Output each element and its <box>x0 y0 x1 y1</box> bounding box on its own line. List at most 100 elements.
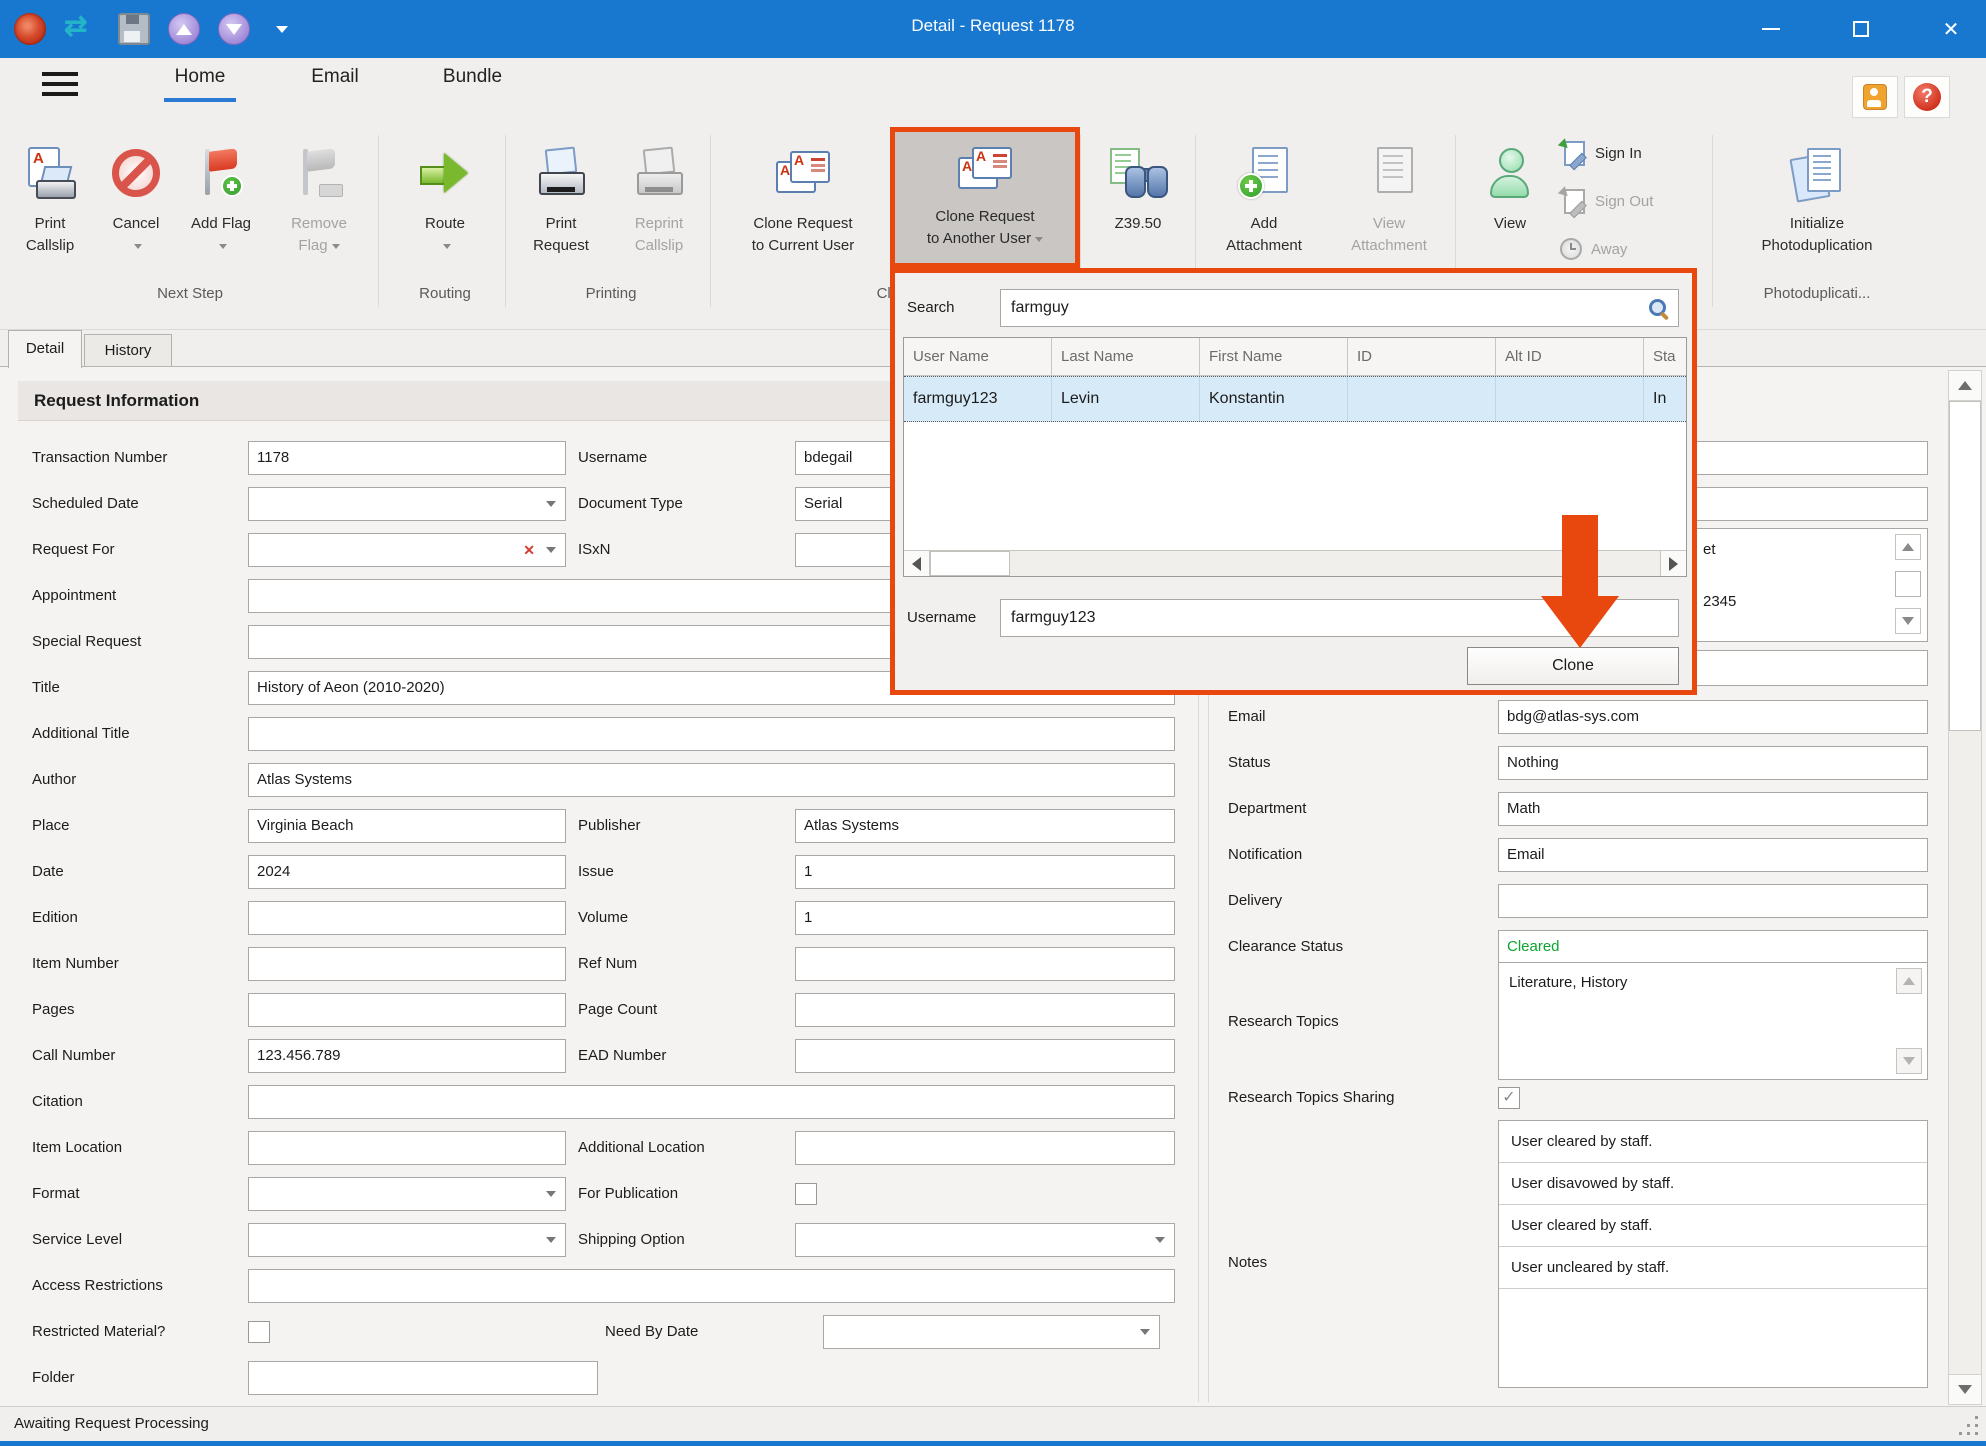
page-count-field[interactable] <box>795 993 1175 1027</box>
item-number-field[interactable] <box>248 947 566 981</box>
notification-field[interactable]: Email <box>1498 838 1928 872</box>
need-by-date-field[interactable] <box>823 1315 1160 1349</box>
column-header-id[interactable]: ID <box>1348 338 1496 376</box>
email-field[interactable]: bdg@atlas-sys.com <box>1498 700 1928 734</box>
tab-detail[interactable]: Detail <box>8 330 82 368</box>
feedback-button[interactable] <box>1852 76 1898 118</box>
scroll-down-button[interactable] <box>1949 1374 1981 1404</box>
department-field[interactable]: Math <box>1498 792 1928 826</box>
item-location-field[interactable] <box>248 1131 566 1165</box>
delivery-field[interactable] <box>1498 884 1928 918</box>
request-for-field[interactable] <box>248 533 566 567</box>
table-row-selected[interactable]: farmguy123 Levin Konstantin In <box>904 376 1686 422</box>
chevron-down-icon[interactable] <box>546 501 556 507</box>
search-icon[interactable] <box>1648 298 1670 320</box>
main-vertical-scrollbar[interactable] <box>1948 370 1982 1405</box>
scroll-right-button[interactable] <box>1660 551 1686 576</box>
scroll-thumb[interactable] <box>1895 571 1921 597</box>
route-button[interactable]: Route <box>390 133 500 285</box>
search-input[interactable]: farmguy <box>1000 289 1679 327</box>
date-field[interactable]: 2024 <box>248 855 566 889</box>
initialize-photoduplication-button[interactable]: InitializePhotoduplication <box>1722 133 1912 285</box>
column-header-status[interactable]: Sta <box>1644 338 1687 376</box>
print-request-button[interactable]: PrintRequest <box>515 133 607 285</box>
chevron-down-icon[interactable] <box>1155 1237 1165 1243</box>
scroll-up-button[interactable] <box>1949 371 1981 401</box>
chevron-down-icon[interactable] <box>546 1191 556 1197</box>
maximize-button[interactable] <box>1826 0 1896 58</box>
sign-out-button[interactable]: Sign Out <box>1560 179 1710 223</box>
notes-list[interactable]: User cleared by staff. User disavowed by… <box>1498 1120 1928 1388</box>
folder-field[interactable] <box>248 1361 598 1395</box>
help-button[interactable] <box>1904 76 1950 118</box>
additional-location-field[interactable] <box>795 1131 1175 1165</box>
close-button[interactable] <box>1916 0 1986 58</box>
view-attachment-button[interactable]: ViewAttachment <box>1328 133 1450 285</box>
reprint-callslip-button[interactable]: ReprintCallslip <box>611 133 707 285</box>
add-attachment-button[interactable]: AddAttachment <box>1205 133 1323 285</box>
scroll-left-button[interactable] <box>904 551 930 576</box>
chevron-down-icon[interactable] <box>1140 1329 1150 1335</box>
author-field[interactable]: Atlas Systems <box>248 763 1175 797</box>
titlebar: Detail - Request 1178 <box>0 0 1986 58</box>
clear-icon[interactable] <box>523 534 535 567</box>
citation-field[interactable] <box>248 1085 1175 1119</box>
status-field[interactable]: Nothing <box>1498 746 1928 780</box>
scroll-down-icon[interactable] <box>1896 1048 1922 1074</box>
scroll-up-icon[interactable] <box>1896 968 1922 994</box>
research-topics-sharing-checkbox[interactable] <box>1498 1087 1520 1109</box>
column-header-last-name[interactable]: Last Name <box>1052 338 1200 376</box>
shipping-option-field[interactable] <box>795 1223 1175 1257</box>
issue-field[interactable]: 1 <box>795 855 1175 889</box>
clone-request-current-user-button[interactable]: Clone Requestto Current User <box>722 133 884 285</box>
clone-button[interactable]: Clone <box>1467 647 1679 685</box>
away-button[interactable]: Away <box>1560 227 1710 271</box>
volume-field[interactable]: 1 <box>795 901 1175 935</box>
minimize-button[interactable] <box>1736 0 1806 58</box>
for-publication-checkbox[interactable] <box>795 1183 817 1205</box>
tab-email[interactable]: Email <box>290 66 380 88</box>
z3950-button[interactable]: Z39.50 <box>1088 133 1188 285</box>
publisher-field[interactable]: Atlas Systems <box>795 809 1175 843</box>
format-field[interactable] <box>248 1177 566 1211</box>
chevron-down-icon[interactable] <box>546 547 556 553</box>
call-number-field[interactable]: 123.456.789 <box>248 1039 566 1073</box>
menu-button[interactable] <box>42 72 78 98</box>
tab-home[interactable]: Home <box>150 66 250 88</box>
column-header-first-name[interactable]: First Name <box>1200 338 1348 376</box>
chevron-down-icon[interactable] <box>546 1237 556 1243</box>
print-callslip-button[interactable]: PrintCallslip <box>6 133 94 285</box>
view-user-button[interactable]: View <box>1465 133 1555 285</box>
edition-field[interactable] <box>248 901 566 935</box>
ref-num-field[interactable] <box>795 947 1175 981</box>
additional-title-field[interactable] <box>248 717 1175 751</box>
scrollbar-thumb[interactable] <box>1949 401 1981 731</box>
transaction-number-field[interactable]: 1178 <box>248 441 566 475</box>
column-header-alt-id[interactable]: Alt ID <box>1496 338 1644 376</box>
scrollbar-thumb[interactable] <box>930 551 1010 576</box>
tab-history[interactable]: History <box>84 334 172 366</box>
list-item[interactable]: User cleared by staff. <box>1499 1121 1927 1163</box>
list-item[interactable]: User cleared by staff. <box>1499 1205 1927 1247</box>
sign-in-button[interactable]: Sign In <box>1560 131 1710 175</box>
column-header-user-name[interactable]: User Name <box>904 338 1052 376</box>
research-topics-box[interactable]: Literature, History <box>1498 962 1928 1080</box>
remove-flag-button[interactable]: RemoveFlag <box>268 133 370 285</box>
ead-number-field[interactable] <box>795 1039 1175 1073</box>
scroll-up-icon[interactable] <box>1895 534 1921 560</box>
access-restrictions-field[interactable] <box>248 1269 1175 1303</box>
restricted-material-checkbox[interactable] <box>248 1321 270 1343</box>
cancel-button[interactable]: Cancel <box>98 133 174 285</box>
clearance-status-field[interactable]: Cleared <box>1498 930 1928 964</box>
add-flag-button[interactable]: Add Flag <box>178 133 264 285</box>
list-item[interactable]: User disavowed by staff. <box>1499 1163 1927 1205</box>
scroll-down-icon[interactable] <box>1895 608 1921 634</box>
scheduled-date-field[interactable] <box>248 487 566 521</box>
list-item[interactable]: User uncleared by staff. <box>1499 1247 1927 1289</box>
service-level-field[interactable] <box>248 1223 566 1257</box>
pages-field[interactable] <box>248 993 566 1027</box>
clone-request-another-user-button[interactable]: Clone Requestto Another User <box>890 127 1080 268</box>
resize-grip[interactable] <box>1975 1432 1978 1435</box>
tab-bundle[interactable]: Bundle <box>420 66 525 88</box>
place-field[interactable]: Virginia Beach <box>248 809 566 843</box>
